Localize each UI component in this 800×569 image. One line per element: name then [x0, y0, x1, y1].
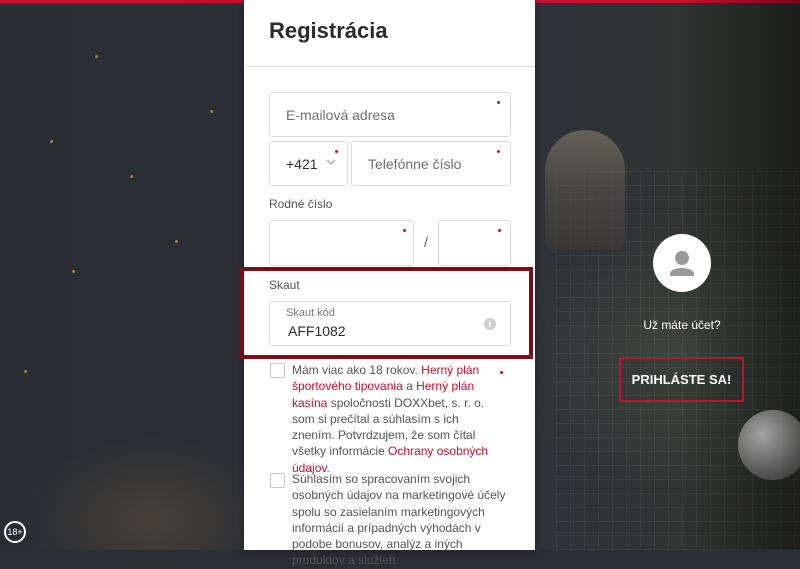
- chevron-down-icon: [326, 157, 336, 169]
- age-badge: 18+: [4, 521, 26, 543]
- email-field[interactable]: E-mailová adresa: [269, 92, 511, 137]
- phone-number-field[interactable]: Telefónne číslo: [351, 141, 511, 186]
- birth-number-first-field[interactable]: [269, 220, 414, 266]
- phone-prefix-value: +421: [286, 156, 318, 172]
- login-button[interactable]: PRIHLÁSTE SA!: [619, 357, 744, 402]
- age-consent-text: Mám viac ako 18 rokov. Herný plán športo…: [292, 362, 497, 476]
- decorative-dot: [72, 270, 75, 273]
- birth-number-label: Rodné číslo: [269, 197, 333, 211]
- age-consent-checkbox[interactable]: [270, 363, 285, 378]
- required-marker: [335, 150, 338, 153]
- consent-text: a: [402, 379, 417, 394]
- football: [738, 410, 800, 480]
- decorative-dot: [175, 240, 178, 243]
- email-placeholder: E-mailová adresa: [286, 107, 395, 123]
- marketing-consent-checkbox[interactable]: [270, 473, 285, 488]
- decorative-dot: [210, 110, 213, 113]
- consent-text: Mám viac ako 18 rokov.: [292, 363, 422, 377]
- birth-number-separator: /: [424, 234, 428, 250]
- birth-number-second-field[interactable]: [438, 220, 511, 266]
- decorative-dot: [50, 140, 53, 143]
- avatar: [653, 234, 711, 292]
- marketing-consent-text: Súhlasím so spracovaním svojich osobných…: [292, 472, 506, 568]
- decorative-dot: [24, 370, 27, 373]
- required-marker: [403, 229, 406, 232]
- decorative-dot: [95, 55, 98, 58]
- login-question: Už máte účet?: [643, 318, 721, 332]
- required-marker: [497, 150, 500, 153]
- required-marker: [500, 371, 503, 374]
- title-divider: [244, 66, 535, 67]
- goalkeeper-figure: [545, 130, 625, 250]
- decorative-dot: [130, 175, 133, 178]
- phone-placeholder: Telefónne číslo: [368, 156, 462, 172]
- user-icon: [670, 251, 694, 276]
- required-marker: [497, 101, 500, 104]
- phone-prefix-select[interactable]: +421: [269, 141, 348, 186]
- required-marker: [498, 229, 501, 232]
- scout-highlight-box: [239, 267, 533, 359]
- page-title: Registrácia: [269, 18, 388, 43]
